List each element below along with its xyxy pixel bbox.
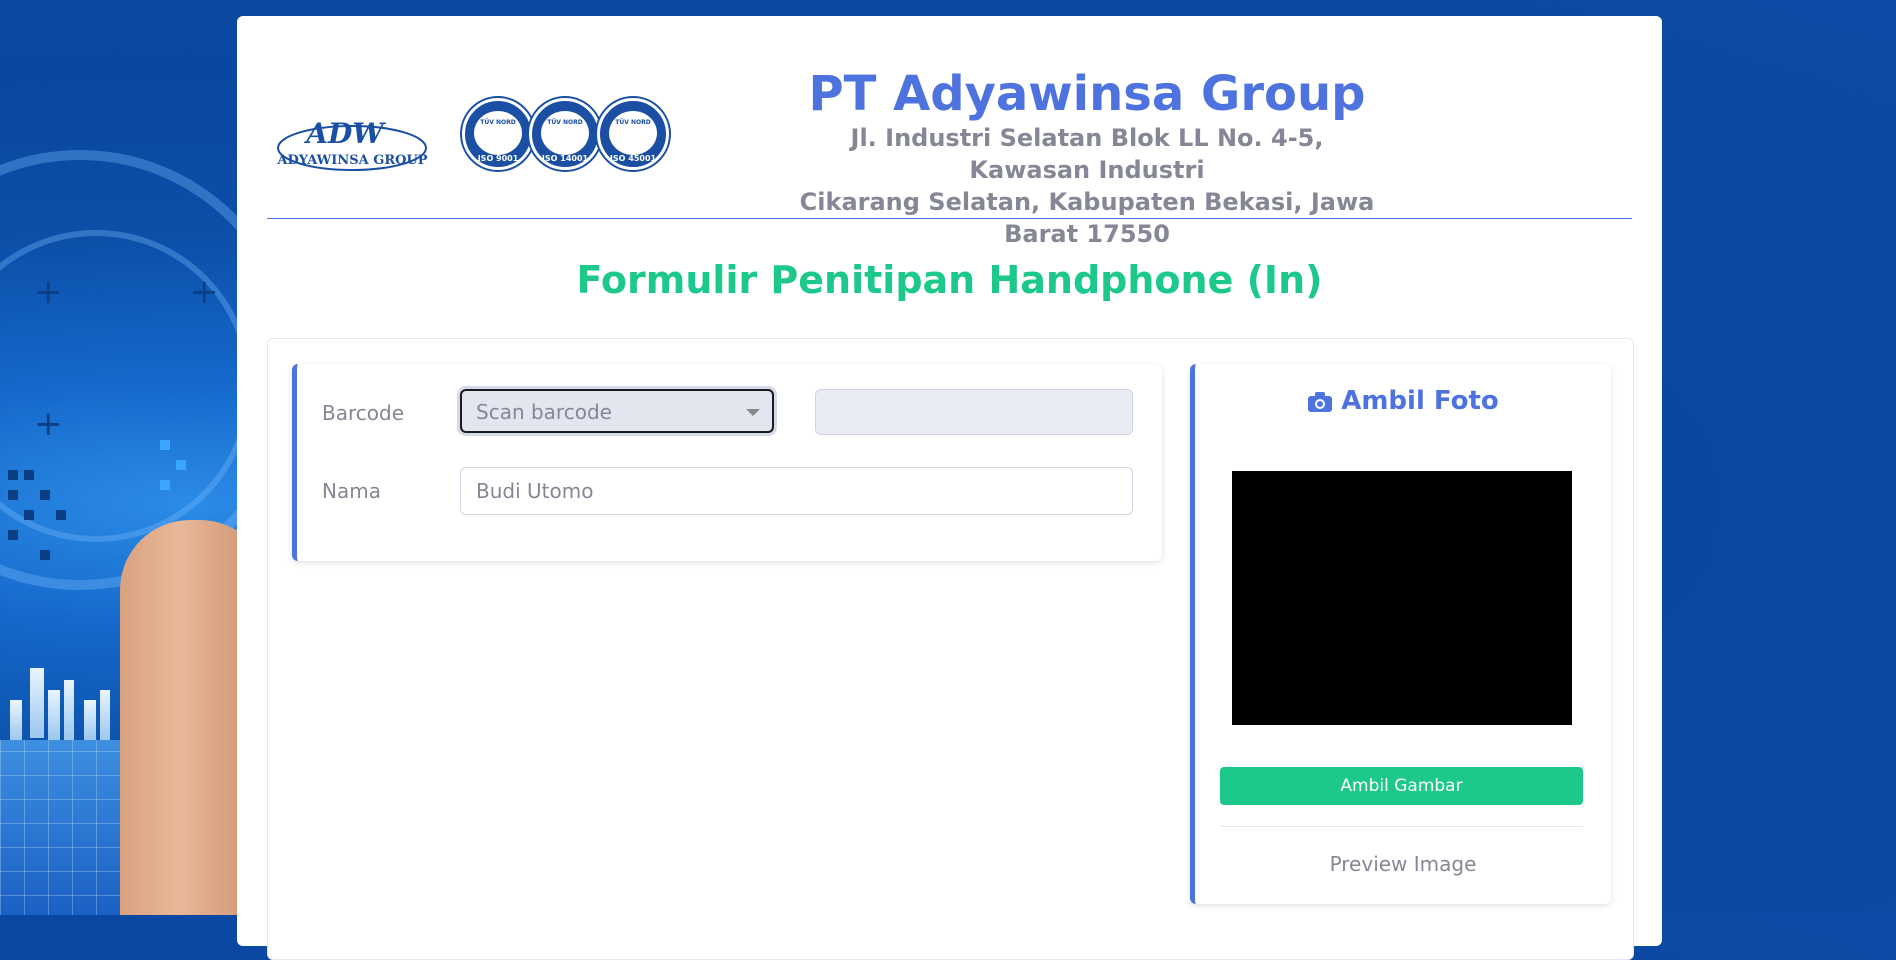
form-panel: Barcode Scan barcode Nama Budi Utomo Amb… bbox=[267, 338, 1634, 960]
background-decoration: + + + bbox=[0, 0, 240, 915]
company-name: PT Adyawinsa Group bbox=[808, 66, 1366, 122]
barcode-placeholder: Scan barcode bbox=[476, 400, 612, 424]
preview-image-label: Preview Image bbox=[1329, 852, 1477, 876]
name-field[interactable]: Budi Utomo bbox=[460, 467, 1133, 515]
address-line-2: Cikarang Selatan, Kabupaten Bekasi, Jawa… bbox=[799, 188, 1375, 248]
iso-45001-badge: TÜV NORD ISO 45001 bbox=[597, 98, 669, 170]
photo-title: Ambil Foto bbox=[1195, 386, 1611, 416]
photo-title-text: Ambil Foto bbox=[1341, 386, 1499, 416]
page-header: ADW ADYAWINSA GROUP TÜV NORD ISO 9001 TÜ… bbox=[267, 16, 1632, 248]
barcode-select[interactable]: Scan barcode bbox=[460, 389, 774, 433]
iso-9001-badge: TÜV NORD ISO 9001 bbox=[462, 98, 534, 170]
barcode-value-field bbox=[815, 389, 1133, 435]
address-line-1: Jl. Industri Selatan Blok LL No. 4-5, Ka… bbox=[850, 124, 1324, 184]
company-info: PT Adyawinsa Group Jl. Industri Selatan … bbox=[787, 66, 1387, 250]
divider bbox=[1220, 826, 1583, 827]
form-title: Formulir Penitipan Handphone (In) bbox=[576, 258, 1323, 302]
company-logo: ADW bbox=[277, 117, 427, 171]
svg-text:ADW: ADW bbox=[303, 117, 386, 150]
logo-text: ADYAWINSA GROUP bbox=[277, 153, 428, 168]
camera-icon bbox=[1308, 391, 1333, 412]
take-picture-button[interactable]: Ambil Gambar bbox=[1220, 767, 1583, 805]
name-label: Nama bbox=[322, 479, 381, 503]
main-card: ADW ADYAWINSA GROUP TÜV NORD ISO 9001 TÜ… bbox=[237, 16, 1662, 960]
input-card: Barcode Scan barcode Nama Budi Utomo bbox=[292, 364, 1162, 561]
camera-preview bbox=[1232, 471, 1572, 725]
hand-image bbox=[120, 520, 240, 915]
photo-card: Ambil Foto Ambil Gambar Preview Image bbox=[1190, 364, 1611, 904]
chevron-down-icon bbox=[746, 409, 760, 416]
barcode-label: Barcode bbox=[322, 401, 404, 425]
iso-14001-badge: TÜV NORD ISO 14001 bbox=[529, 98, 601, 170]
